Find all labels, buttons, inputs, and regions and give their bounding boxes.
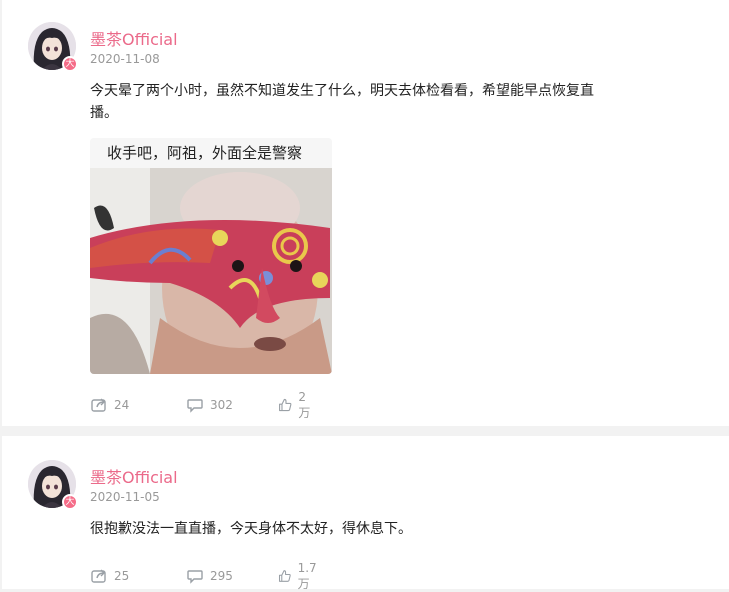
- username[interactable]: 墨茶Official: [90, 26, 178, 50]
- like-button[interactable]: 2万: [278, 390, 314, 420]
- avatar[interactable]: 大: [28, 22, 78, 72]
- like-button[interactable]: 1.7万: [278, 561, 321, 591]
- share-icon: [91, 398, 106, 412]
- share-count: 25: [114, 569, 130, 583]
- meme-photo: [90, 168, 332, 374]
- post-date[interactable]: 2020-11-05: [90, 490, 160, 504]
- like-count: 1.7万: [297, 560, 317, 591]
- thumbs-up-icon: [279, 398, 292, 412]
- share-button[interactable]: 24: [90, 395, 129, 415]
- comment-button[interactable]: 295: [186, 566, 233, 586]
- share-count: 24: [114, 398, 130, 412]
- image-caption: 收手吧，阿祖，外面全是警察: [90, 138, 332, 168]
- post-text-line: 很抱歉没法一直直播，今天身体不太好，得休息下。: [90, 521, 412, 537]
- post-image[interactable]: 收手吧，阿祖，外面全是警察: [90, 138, 332, 374]
- post-card: 大 墨茶Official 2020-11-08 今天晕了两个小时，虽然不知道发生…: [2, 0, 729, 426]
- comment-icon: [187, 399, 203, 413]
- post-text-line: 播。: [90, 105, 118, 121]
- like-count: 2万: [298, 389, 311, 420]
- post-text: 很抱歉没法一直直播，今天身体不太好，得休息下。: [90, 518, 630, 540]
- post-text: 今天晕了两个小时，虽然不知道发生了什么，明天去体检看看，希望能早点恢复直 播。: [90, 80, 630, 124]
- username[interactable]: 墨茶Official: [90, 464, 178, 488]
- post-date[interactable]: 2020-11-08: [90, 52, 160, 66]
- verified-badge-icon: 大: [62, 494, 78, 510]
- share-button[interactable]: 25: [90, 566, 129, 586]
- post-text-line: 今天晕了两个小时，虽然不知道发生了什么，明天去体检看看，希望能早点恢复直: [90, 83, 594, 99]
- comment-icon: [187, 570, 203, 584]
- comment-count: 295: [210, 569, 233, 583]
- post-card: 大 墨茶Official 2020-11-05 很抱歉没法一直直播，今天身体不太…: [2, 436, 729, 591]
- comment-button[interactable]: 302: [186, 395, 233, 415]
- verified-badge-icon: 大: [62, 56, 78, 72]
- comment-count: 302: [210, 398, 233, 412]
- thumbs-up-icon: [278, 570, 291, 582]
- avatar[interactable]: 大: [28, 460, 78, 510]
- share-icon: [91, 569, 106, 583]
